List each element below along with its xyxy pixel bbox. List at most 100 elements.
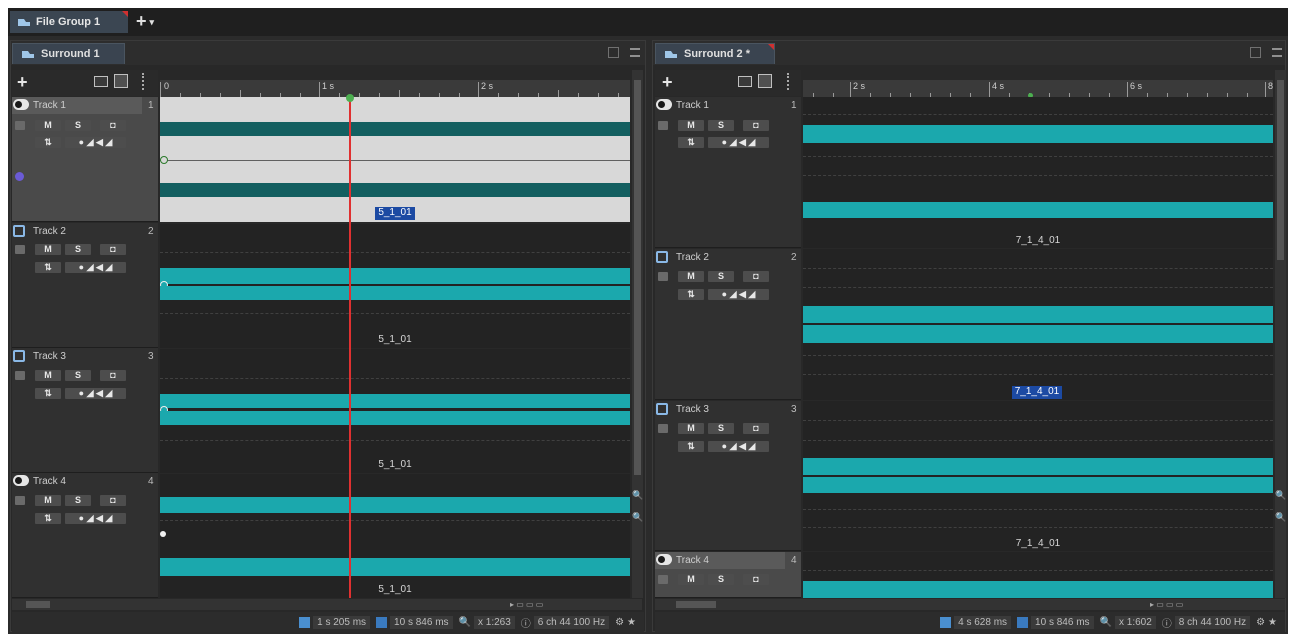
solo-button[interactable]: S — [708, 574, 734, 585]
lock-icon[interactable] — [15, 121, 25, 130]
zoom-in-icon[interactable]: 🔍 — [1275, 490, 1286, 500]
track-name[interactable]: Track 1 — [676, 100, 709, 111]
record-volume-button[interactable]: ● ◢ ◀ ◢ — [65, 262, 126, 273]
zoom-in-icon[interactable]: 🔍 — [632, 490, 643, 500]
file-group-tab[interactable]: File Group 1 — [10, 11, 128, 33]
track-name[interactable]: Track 4 — [33, 476, 66, 487]
clip-lane-1[interactable] — [803, 97, 1273, 248]
clip-name[interactable]: 5_1_01 — [370, 334, 420, 345]
fit-tracks-icon[interactable] — [758, 74, 772, 88]
track-name[interactable]: Track 3 — [676, 404, 709, 415]
solo-button[interactable]: S — [708, 423, 734, 434]
zoom-out-icon[interactable]: 🔍 — [1275, 512, 1286, 522]
cursor-marker[interactable] — [346, 94, 354, 102]
lock-icon[interactable] — [658, 272, 668, 281]
add-track-button[interactable]: + — [662, 72, 676, 92]
clip-name[interactable]: 7_1_4_01 — [1012, 386, 1062, 399]
clip-lane-4[interactable] — [160, 474, 630, 598]
surround-indicator-icon[interactable] — [15, 172, 24, 181]
options-icon[interactable] — [142, 73, 145, 90]
add-file-group-button[interactable]: + ▾ — [136, 11, 166, 33]
record-volume-button[interactable]: ● ◢ ◀ ◢ — [65, 388, 126, 399]
fx-button[interactable]: ⇅ — [678, 289, 704, 300]
record-volume-button[interactable]: ● ◢ ◀ ◢ — [65, 137, 126, 148]
mute-button[interactable]: M — [35, 370, 61, 381]
monitor-button[interactable]: ◘ — [743, 574, 769, 585]
mute-button[interactable]: M — [35, 495, 61, 506]
scroll-thumb[interactable] — [634, 80, 641, 475]
record-volume-button[interactable]: ● ◢ ◀ ◢ — [708, 441, 769, 452]
time-ruler[interactable]: 2 s 4 s 6 s 8 — [803, 80, 1273, 98]
zoom-tracks-icon[interactable] — [94, 76, 108, 87]
fx-button[interactable]: ⇅ — [35, 262, 61, 273]
track-header-1[interactable] — [12, 97, 158, 222]
envelope-point[interactable] — [160, 531, 166, 537]
cursor-position[interactable]: 1 s 205 ms — [299, 615, 371, 629]
status-tools[interactable]: ⚙ ★ — [615, 617, 636, 628]
clip-name[interactable]: 7_1_4_01 — [1010, 538, 1066, 549]
mute-button[interactable]: M — [678, 271, 704, 282]
solo-button[interactable]: S — [65, 495, 91, 506]
track-header-2[interactable] — [12, 223, 158, 348]
track-header-3[interactable] — [12, 348, 158, 473]
monitor-button[interactable]: ◘ — [743, 120, 769, 131]
lock-icon[interactable] — [658, 424, 668, 433]
lock-icon[interactable] — [15, 371, 25, 380]
track-toggle-icon[interactable] — [656, 99, 672, 110]
track-name[interactable]: Track 4 — [676, 555, 709, 566]
mute-button[interactable]: M — [678, 574, 704, 585]
maximize-icon[interactable] — [1250, 47, 1261, 58]
clip-name[interactable]: 5_1_01 — [370, 584, 420, 595]
track-toggle-icon[interactable] — [13, 225, 25, 237]
fx-button[interactable]: ⇅ — [35, 388, 61, 399]
status-tools[interactable]: ⚙ ★ — [1256, 617, 1277, 628]
scroll-thumb[interactable] — [1277, 80, 1284, 260]
fx-button[interactable]: ⇅ — [678, 441, 704, 452]
time-ruler[interactable]: 0 1 s 2 s — [160, 80, 630, 97]
envelope-point[interactable] — [160, 156, 168, 164]
lock-icon[interactable] — [15, 496, 25, 505]
monitor-button[interactable]: ◘ — [100, 120, 126, 131]
track-toggle-icon[interactable] — [656, 554, 672, 565]
track-name[interactable]: Track 1 — [33, 100, 66, 111]
panel-menu-icon[interactable] — [630, 48, 640, 57]
audio-format[interactable]: ⓘ 6 ch 44 100 Hz — [521, 615, 610, 630]
view-options-icons[interactable]: ▸ ▭ ▭ ▭ — [1150, 600, 1210, 609]
clip-name[interactable]: 7_1_4_01 — [1010, 235, 1066, 246]
zoom-out-icon[interactable]: 🔍 — [632, 512, 643, 522]
mute-button[interactable]: M — [35, 244, 61, 255]
track-toggle-icon[interactable] — [656, 403, 668, 415]
lock-icon[interactable] — [15, 245, 25, 254]
fx-button[interactable]: ⇅ — [35, 513, 61, 524]
solo-button[interactable]: S — [708, 120, 734, 131]
clip-name[interactable]: 5_1_01 — [375, 207, 415, 220]
monitor-button[interactable]: ◘ — [100, 244, 126, 255]
track-name[interactable]: Track 2 — [33, 226, 66, 237]
lock-icon[interactable] — [658, 121, 668, 130]
fx-button[interactable]: ⇅ — [35, 137, 61, 148]
record-volume-button[interactable]: ● ◢ ◀ ◢ — [708, 289, 769, 300]
surround-1-tab[interactable]: Surround 1 — [12, 43, 125, 64]
audio-format[interactable]: ⓘ 8 ch 44 100 Hz — [1162, 615, 1251, 630]
scroll-thumb[interactable] — [676, 601, 716, 608]
monitor-button[interactable]: ◘ — [100, 370, 126, 381]
record-volume-button[interactable]: ● ◢ ◀ ◢ — [708, 137, 769, 148]
track-toggle-icon[interactable] — [13, 475, 29, 486]
solo-button[interactable]: S — [65, 244, 91, 255]
surround-2-tab[interactable]: Surround 2 * — [655, 43, 775, 64]
solo-button[interactable]: S — [708, 271, 734, 282]
monitor-button[interactable]: ◘ — [743, 423, 769, 434]
lock-icon[interactable] — [658, 575, 668, 584]
zoom-level[interactable]: 🔍 x 1:602 — [1100, 615, 1156, 629]
zoom-level[interactable]: 🔍 x 1:263 — [459, 615, 515, 629]
fit-tracks-icon[interactable] — [114, 74, 128, 88]
audio-length[interactable]: 10 s 846 ms — [376, 615, 453, 629]
playback-cursor[interactable] — [349, 97, 351, 598]
solo-button[interactable]: S — [65, 370, 91, 381]
record-volume-button[interactable]: ● ◢ ◀ ◢ — [65, 513, 126, 524]
view-options-icons[interactable]: ▸ ▭ ▭ ▭ — [510, 600, 570, 609]
track-name[interactable]: Track 2 — [676, 252, 709, 263]
track-toggle-icon[interactable] — [656, 251, 668, 263]
mute-button[interactable]: M — [678, 120, 704, 131]
track-toggle-icon[interactable] — [13, 350, 25, 362]
